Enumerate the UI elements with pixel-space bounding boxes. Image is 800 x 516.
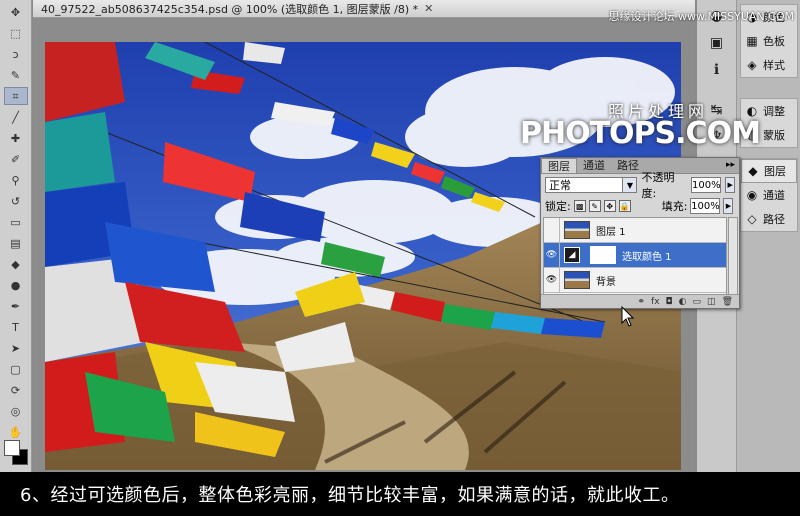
paths-panel-icon: ◇ [747,212,757,226]
document-title: 40_97522_ab508637425c354.psd @ 100% (选取颜… [41,2,419,16]
layer-list: 图层 1 👁 ◢ 选取颜色 1 👁 背景 [543,217,727,295]
gradient-tool-icon[interactable]: ▤ [4,234,28,252]
visibility-toggle-empty[interactable] [544,217,560,243]
3d-rotate-tool-icon[interactable]: ⟳ [4,381,28,399]
panel-item-label: 蒙版 [763,129,785,142]
layer-row-layer1[interactable]: 图层 1 [544,217,726,243]
tutorial-caption: 6、经过可选颜色后，整体色彩亮丽，细节比较丰富，如果满意的话，就此收工。 [0,472,800,516]
swatches-panel-icon[interactable]: ▣ [706,32,728,54]
3d-orbit-tool-icon[interactable]: ◎ [4,402,28,420]
photoshop-window: 思缘设计论坛 www.MISSYUAN.COM ✥ ⬚ ↄ ✎ ⌗ ╱ ✚ ✐ ⚲ ↺ ▭ ▤ ◆ ● ✒ T… [0,0,800,516]
new-layer-icon[interactable]: ◫ [707,297,716,307]
lock-transparent-icon[interactable]: ▩ [573,200,586,212]
panel-item-label: 图层 [764,165,786,178]
panel-group-layers: ◆ 图层 ◉ 通道 ◇ 路径 [740,158,798,232]
history-brush-icon[interactable]: ↺ [4,192,28,210]
color-swatches[interactable] [4,440,28,466]
shape-tool-icon[interactable]: ▢ [4,360,28,378]
lock-fill-row: 锁定: ▩ ✎ ✥ 🔒 填充: 100% ▶ [541,196,739,216]
adjustment-layer-icon: ◢ [564,247,580,263]
lock-label: 锁定: [545,200,571,213]
layer-row-selective-color[interactable]: 👁 ◢ 选取颜色 1 [544,242,726,268]
link-layers-icon[interactable]: ⚭ [638,297,646,307]
dodge-tool-icon[interactable]: ● [4,276,28,294]
site-watermark: 思缘设计论坛 www.MISSYUAN.COM [608,10,794,23]
chevron-down-icon: ▼ [622,178,637,192]
eyedropper-tool-icon[interactable]: ╱ [4,108,28,126]
blend-opacity-row: 正常 ▼ 不透明度: 100% ▶ [541,171,739,200]
crop-tool-icon[interactable]: ⌗ [3,87,28,105]
panel-item-label: 路径 [763,213,785,226]
fill-label: 填充: [661,200,688,213]
fx-icon[interactable]: fx [651,297,660,307]
layers-panel-icon: ◆ [748,164,758,178]
tools-panel: ✥⬚ↄ✎⌗╱✚✐⚲↺▭▤◆●✒T➤▢⟳◎✋⚲ [0,0,32,472]
layer-row-background[interactable]: 👁 背景 [544,267,726,293]
layer-name: 背景 [596,276,616,288]
channels-panel-item[interactable]: ◉ 通道 [741,183,797,207]
eye-icon[interactable]: 👁 [544,242,560,268]
foreground-color-swatch[interactable] [4,440,20,456]
tab-layers[interactable]: 图层 [541,158,577,173]
panel-item-label: 通道 [763,189,785,202]
fill-input[interactable]: 100% [690,198,721,214]
tab-channels[interactable]: 通道 [577,158,611,173]
layers-panel-tabs: 图层 通道 路径 ▸▸ [541,158,739,174]
layer-thumbnail [564,271,590,289]
quick-select-tool-icon[interactable]: ✎ [4,66,28,84]
channels-panel-icon: ◉ [746,188,758,202]
swatches-panel-item[interactable]: ▦ 色板 [741,29,797,53]
pen-tool-icon[interactable]: ✒ [4,297,28,315]
panel-item-label: 色板 [763,35,785,48]
styles-panel-icon: ◈ [747,58,757,72]
type-tool-icon[interactable]: T [4,318,28,336]
layers-panel-item[interactable]: ◆ 图层 [741,159,797,183]
lock-all-icon[interactable]: 🔒 [618,200,631,212]
layer-mask-thumbnail[interactable] [590,246,616,264]
stamp-tool-icon[interactable]: ⚲ [4,171,28,189]
lock-position-icon[interactable]: ✥ [603,200,616,212]
blend-mode-value: 正常 [549,179,571,192]
opacity-input[interactable]: 100% [691,177,722,193]
hand-tool-icon[interactable]: ✋ [4,423,28,441]
healing-tool-icon[interactable]: ✚ [4,129,28,147]
layers-panel: 图层 通道 路径 ▸▸ 正常 ▼ 不透明度: 100% ▶ 锁定: ▩ ✎ ✥ … [540,157,740,309]
eye-icon[interactable]: 👁 [544,267,560,293]
photops-logo-en: PHOTOPS.COM [520,116,761,151]
eraser-tool-icon[interactable]: ▭ [4,213,28,231]
tab-paths[interactable]: 路径 [611,158,645,173]
path-select-tool-icon[interactable]: ➤ [4,339,28,357]
blur-tool-icon[interactable]: ◆ [4,255,28,273]
layers-panel-footer: ⚭ fx ◘ ◐ ▭ ◫ 🗑 [541,294,739,308]
document-title-bar[interactable]: 40_97522_ab508637425c354.psd @ 100% (选取颜… [33,0,695,18]
lasso-tool-icon[interactable]: ↄ [4,45,28,63]
adjustment-icon[interactable]: ◐ [679,297,687,307]
panel-item-label: 样式 [763,59,785,72]
paths-panel-item[interactable]: ◇ 路径 [741,207,797,231]
blend-mode-select[interactable]: 正常 ▼ [545,177,638,193]
add-mask-icon[interactable]: ◘ [666,297,673,307]
layer-name: 图层 1 [596,226,626,238]
info-panel-icon[interactable]: ℹ [706,59,728,81]
lock-pixels-icon[interactable]: ✎ [588,200,601,212]
mouse-cursor-icon [621,306,635,327]
opacity-slider-arrow-icon[interactable]: ▶ [725,177,735,193]
styles-panel-item[interactable]: ◈ 样式 [741,53,797,77]
fill-slider-arrow-icon[interactable]: ▶ [723,198,734,214]
swatches-panel-icon: ▦ [746,34,758,48]
marquee-tool-icon[interactable]: ⬚ [4,24,28,42]
layer-name: 选取颜色 1 [622,251,672,263]
layer-list-scrollbar[interactable] [728,217,738,295]
group-icon[interactable]: ▭ [693,297,702,307]
close-icon[interactable]: ✕ [424,2,433,15]
brush-tool-icon[interactable]: ✐ [4,150,28,168]
opacity-label: 不透明度: [641,171,675,200]
trash-icon[interactable]: 🗑 [722,297,733,307]
panel-item-label: 调整 [763,105,785,118]
panel-menu-icon[interactable]: ▸▸ [722,158,739,173]
move-tool-icon[interactable]: ✥ [4,3,28,21]
layer-thumbnail [564,221,590,239]
